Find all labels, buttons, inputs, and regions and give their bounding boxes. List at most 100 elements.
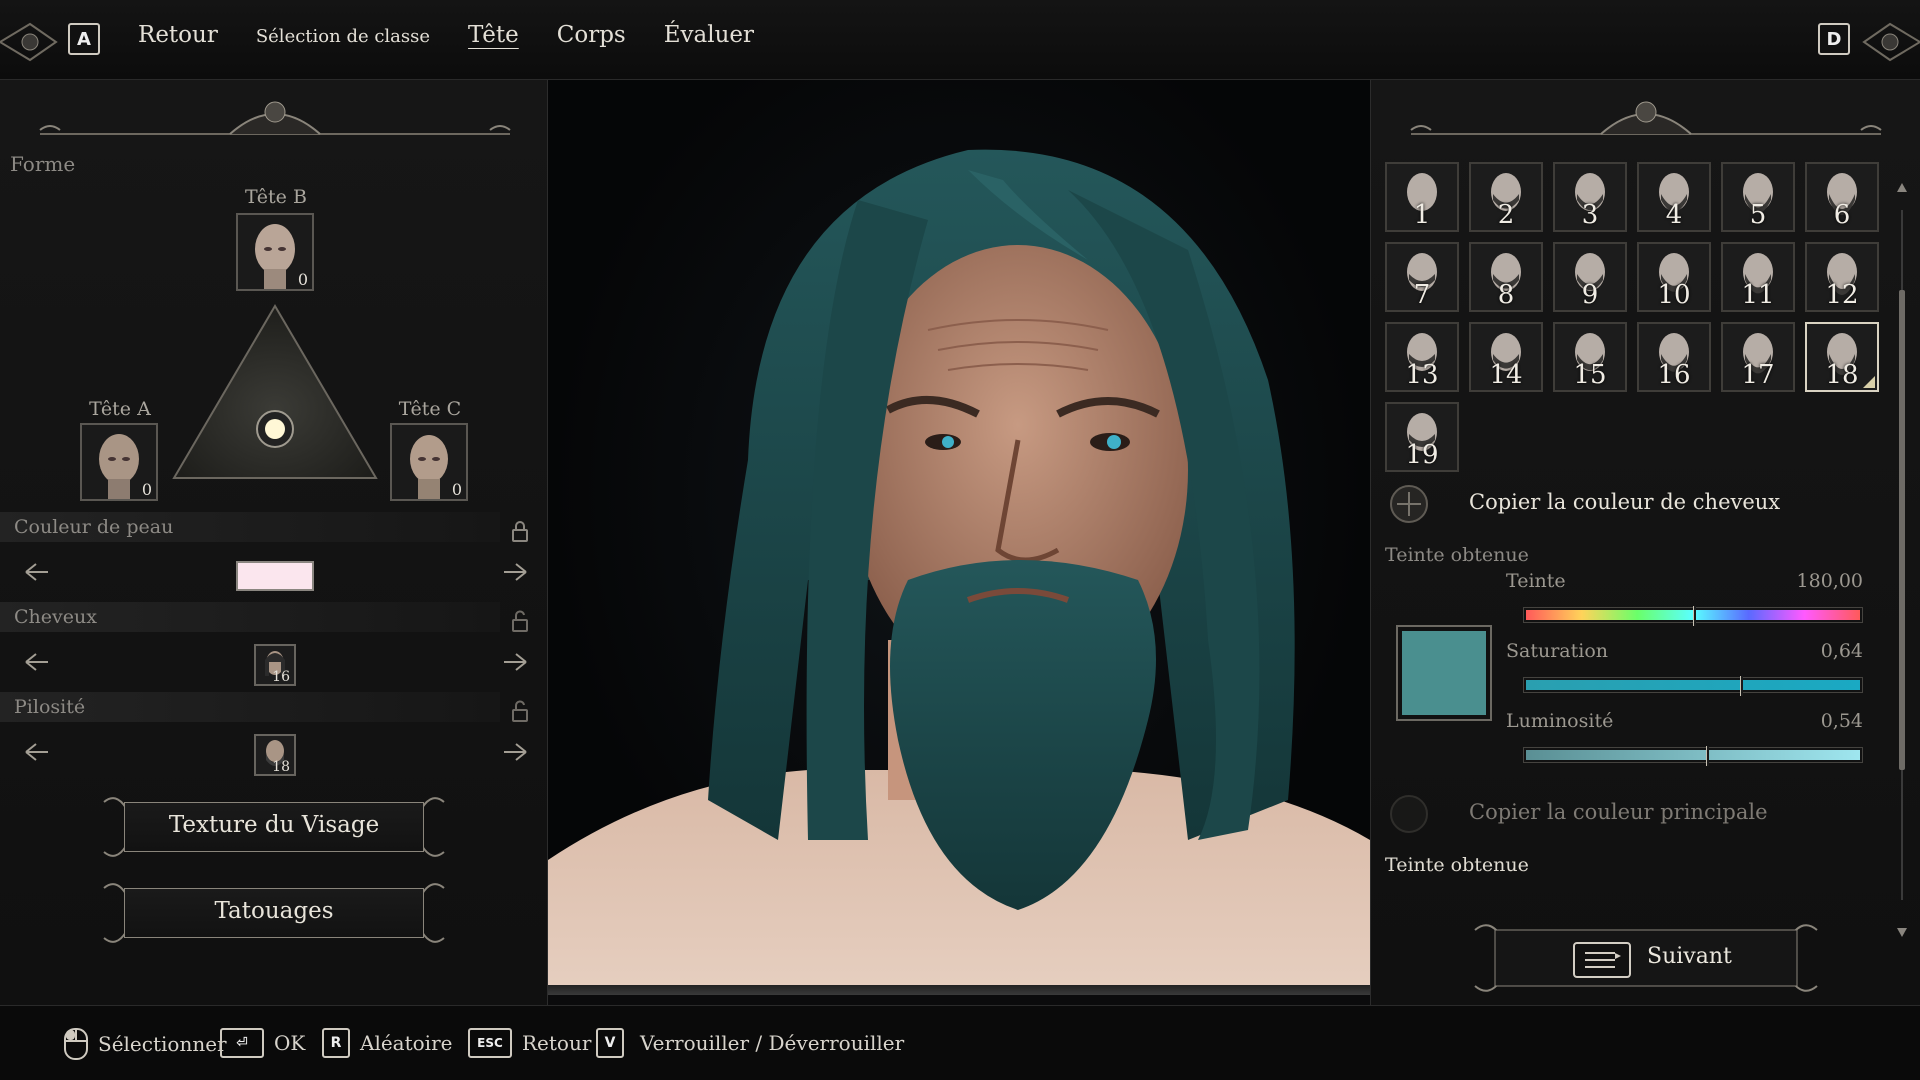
beard-style-cell[interactable]: 10 — [1637, 242, 1711, 312]
button-frame-ornament-icon — [1474, 924, 1818, 992]
mouse-icon — [64, 1028, 88, 1060]
bottom-hint-bar: Sélectionner ⏎ OK R Aléatoire ESC Retour… — [0, 1005, 1920, 1080]
left-panel: Forme Tête B 0 Tête A 0 Tête C 0 Couleur… — [0, 80, 548, 1005]
saturation-slider[interactable] — [1523, 676, 1863, 696]
beard-style-thumbnail[interactable]: 18 — [254, 734, 296, 776]
shape-label: Forme — [10, 152, 76, 176]
beard-style-value: 18 — [272, 759, 290, 775]
character-preview[interactable] — [548, 80, 1370, 995]
next-tab-key[interactable]: D — [1818, 23, 1850, 55]
top-nav: Retour Sélection de classe Tête Corps Év… — [138, 22, 792, 48]
ornament-icon — [0, 22, 58, 62]
viewport-bottom-frame — [548, 985, 1370, 995]
resulting-tint-label: Teinte obtenue — [1385, 544, 1529, 566]
nav-class-selection[interactable]: Sélection de classe — [256, 26, 430, 47]
next-label: Suivant — [1647, 944, 1732, 969]
lock-icon[interactable] — [511, 520, 529, 542]
head-a-thumbnail[interactable]: 0 — [80, 423, 158, 501]
beard-label: Pilosité — [14, 696, 86, 718]
hue-label: Teinte — [1506, 570, 1566, 592]
beard-style-cell[interactable]: 1 — [1385, 162, 1459, 232]
hint-ok: ⏎ OK — [220, 1028, 305, 1058]
luminosity-value: 0,54 — [1820, 710, 1863, 732]
beard-style-cell[interactable]: 12 — [1805, 242, 1879, 312]
hint-random: R Aléatoire — [322, 1028, 452, 1058]
beard-style-cell[interactable]: 13 — [1385, 322, 1459, 392]
hue-slider[interactable] — [1523, 606, 1863, 626]
beard-style-cell[interactable]: 11 — [1721, 242, 1795, 312]
scrollbar[interactable] — [1897, 180, 1907, 940]
hint-back: ESC Retour — [468, 1028, 591, 1058]
arrow-left-icon[interactable] — [22, 738, 50, 766]
header-ornament-icon — [39, 101, 511, 135]
arrow-right-icon[interactable] — [502, 558, 530, 586]
skin-color-label: Couleur de peau — [14, 516, 174, 538]
face-texture-button[interactable]: Texture du Visage — [100, 792, 448, 862]
scroll-up-icon[interactable] — [1895, 180, 1909, 194]
tattoos-label: Tatouages — [214, 898, 334, 924]
beard-style-cell[interactable]: 5 — [1721, 162, 1795, 232]
beard-style-cell[interactable]: 4 — [1637, 162, 1711, 232]
head-c-label: Tête C — [398, 398, 462, 420]
beard-style-cell[interactable]: 16 — [1637, 322, 1711, 392]
arrow-left-icon[interactable] — [22, 558, 50, 586]
copy-main-color-button[interactable]: Copier la couleur principale — [1383, 792, 1863, 836]
beard-style-cell[interactable]: 19 — [1385, 402, 1459, 472]
hue-slider-handle[interactable] — [1693, 606, 1696, 626]
unlock-icon[interactable] — [511, 700, 529, 722]
beard-style-cell[interactable]: 15 — [1553, 322, 1627, 392]
beard-style-cell[interactable]: 8 — [1469, 242, 1543, 312]
beard-style-cell[interactable]: 3 — [1553, 162, 1627, 232]
arrow-right-icon[interactable] — [502, 648, 530, 676]
scroll-down-icon[interactable] — [1895, 926, 1909, 940]
hair-label: Cheveux — [14, 606, 97, 628]
head-b-thumbnail[interactable]: 0 — [236, 213, 314, 291]
head-a-value: 0 — [141, 480, 152, 499]
selected-corner-icon — [1863, 376, 1875, 388]
unlock-icon[interactable] — [511, 610, 529, 632]
nav-body[interactable]: Corps — [557, 22, 626, 48]
color-preview-swatch — [1396, 625, 1492, 721]
beard-style-cell-selected[interactable]: 18 — [1805, 322, 1879, 392]
next-button[interactable]: Suivant — [1471, 918, 1821, 998]
top-bar: A Retour Sélection de classe Tête Corps … — [0, 0, 1920, 80]
saturation-slider-handle[interactable] — [1739, 676, 1743, 696]
skin-color-swatch[interactable] — [236, 561, 314, 591]
arrow-right-icon[interactable] — [502, 738, 530, 766]
head-c-thumbnail[interactable]: 0 — [390, 423, 468, 501]
arrow-left-icon[interactable] — [22, 648, 50, 676]
luminosity-label: Luminosité — [1506, 710, 1614, 732]
head-b-value: 0 — [297, 270, 308, 289]
tattoos-button[interactable]: Tatouages — [100, 878, 448, 948]
copy-main-color-label: Copier la couleur principale — [1469, 800, 1768, 824]
nav-head[interactable]: Tête — [468, 22, 519, 48]
hair-style-thumbnail[interactable]: 16 — [254, 644, 296, 686]
beard-style-cell[interactable]: 7 — [1385, 242, 1459, 312]
copy-hair-color-button[interactable]: Copier la couleur de cheveux — [1383, 482, 1863, 526]
face-texture-label: Texture du Visage — [168, 812, 380, 838]
hint-lock: V Verrouiller / Déverrouiller — [596, 1028, 904, 1058]
hue-value: 180,00 — [1796, 570, 1863, 592]
head-c-value: 0 — [451, 480, 462, 499]
copy-hair-color-label: Copier la couleur de cheveux — [1469, 490, 1781, 514]
shape-blend-triangle[interactable] — [170, 302, 380, 482]
luminosity-slider-handle[interactable] — [1706, 746, 1710, 766]
right-panel: 1 2 3 4 5 6 7 8 9 10 11 12 13 14 15 16 1… — [1370, 80, 1920, 1005]
luminosity-slider[interactable] — [1523, 746, 1863, 766]
beard-style-cell[interactable]: 17 — [1721, 322, 1795, 392]
list-key-icon — [1573, 942, 1631, 978]
saturation-label: Saturation — [1506, 640, 1609, 662]
resulting-tint-label-2: Teinte obtenue — [1385, 854, 1529, 876]
beard-style-cell[interactable]: 9 — [1553, 242, 1627, 312]
nav-evaluate[interactable]: Évaluer — [664, 22, 754, 48]
prev-tab-key[interactable]: A — [68, 23, 100, 55]
scrollbar-thumb[interactable] — [1899, 290, 1905, 770]
beard-style-cell[interactable]: 6 — [1805, 162, 1879, 232]
beard-style-cell[interactable]: 14 — [1469, 322, 1543, 392]
nav-retour[interactable]: Retour — [138, 22, 218, 48]
enter-key-icon: ⏎ — [220, 1028, 264, 1058]
character-render — [548, 149, 1370, 995]
ornament-icon — [1862, 22, 1920, 62]
head-a-label: Tête A — [89, 398, 151, 420]
beard-style-cell[interactable]: 2 — [1469, 162, 1543, 232]
